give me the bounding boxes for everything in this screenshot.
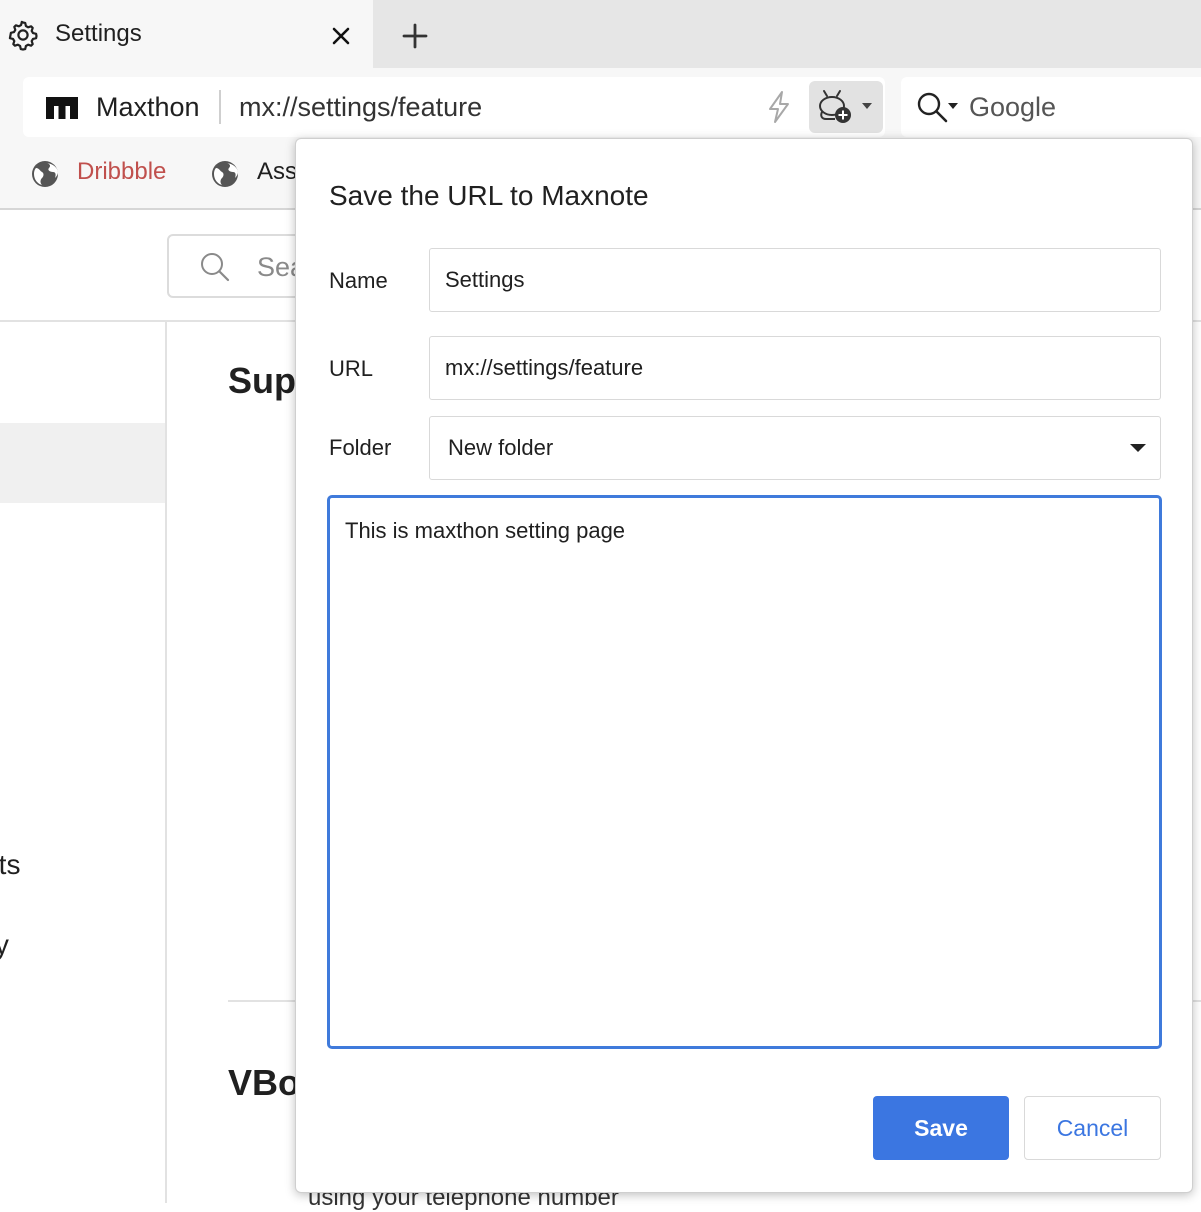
folder-select[interactable]: New folder xyxy=(429,416,1161,480)
url-value: mx://settings/feature xyxy=(445,355,644,380)
tab-strip: Settings xyxy=(0,0,1201,70)
dialog-title: Save the URL to Maxnote xyxy=(329,180,649,211)
address-bar[interactable]: Maxthon mx://settings/feature xyxy=(23,77,885,137)
sidebar-item-selected[interactable] xyxy=(0,423,165,503)
maxnote-add-icon xyxy=(819,90,851,123)
bookmark-label: Dribbble xyxy=(77,158,167,185)
name-label: Name xyxy=(329,268,388,293)
name-value: Settings xyxy=(445,267,525,292)
section-title: VBo xyxy=(228,1062,300,1103)
sidebar-item-shortcuts[interactable]: rtcuts xyxy=(0,849,20,881)
note-textarea[interactable]: This is maxthon setting page xyxy=(327,495,1162,1049)
lightning-icon[interactable] xyxy=(763,89,795,125)
address-divider xyxy=(219,90,221,124)
sidebar-item-security[interactable]: urity xyxy=(0,929,9,961)
sidebar-divider xyxy=(165,322,167,1203)
plus-icon[interactable] xyxy=(397,18,433,54)
folder-value: New folder xyxy=(448,435,554,460)
folder-label: Folder xyxy=(329,435,392,460)
address-url[interactable]: mx://settings/feature xyxy=(239,92,482,123)
save-to-maxnote-dialog: Save the URL to Maxnote Name Settings UR… xyxy=(295,138,1193,1193)
search-engine-label: Google xyxy=(969,92,1057,122)
gear-icon xyxy=(8,20,38,51)
maxthon-logo-icon xyxy=(46,97,78,119)
tab-title: Settings xyxy=(55,20,142,47)
save-button[interactable]: Save xyxy=(873,1096,1009,1160)
search-box[interactable]: Google xyxy=(901,77,1201,137)
globe-icon xyxy=(212,161,238,187)
address-brand: Maxthon xyxy=(96,92,200,122)
chevron-down-icon[interactable] xyxy=(948,102,958,110)
name-field[interactable]: Settings xyxy=(429,248,1161,312)
chevron-down-icon xyxy=(1130,444,1146,452)
globe-icon xyxy=(32,161,58,187)
cancel-button[interactable]: Cancel xyxy=(1024,1096,1161,1160)
search-icon xyxy=(917,92,948,123)
tab-settings[interactable]: Settings xyxy=(0,0,373,70)
close-icon[interactable] xyxy=(326,21,356,51)
search-icon xyxy=(201,253,230,282)
bookmark-dribbble[interactable]: Dribbble xyxy=(30,156,180,190)
url-label: URL xyxy=(329,356,374,381)
note-text: This is maxthon setting page xyxy=(345,518,626,543)
chevron-down-icon xyxy=(862,103,872,109)
maxnote-button[interactable] xyxy=(809,81,883,133)
url-field[interactable]: mx://settings/feature xyxy=(429,336,1161,400)
